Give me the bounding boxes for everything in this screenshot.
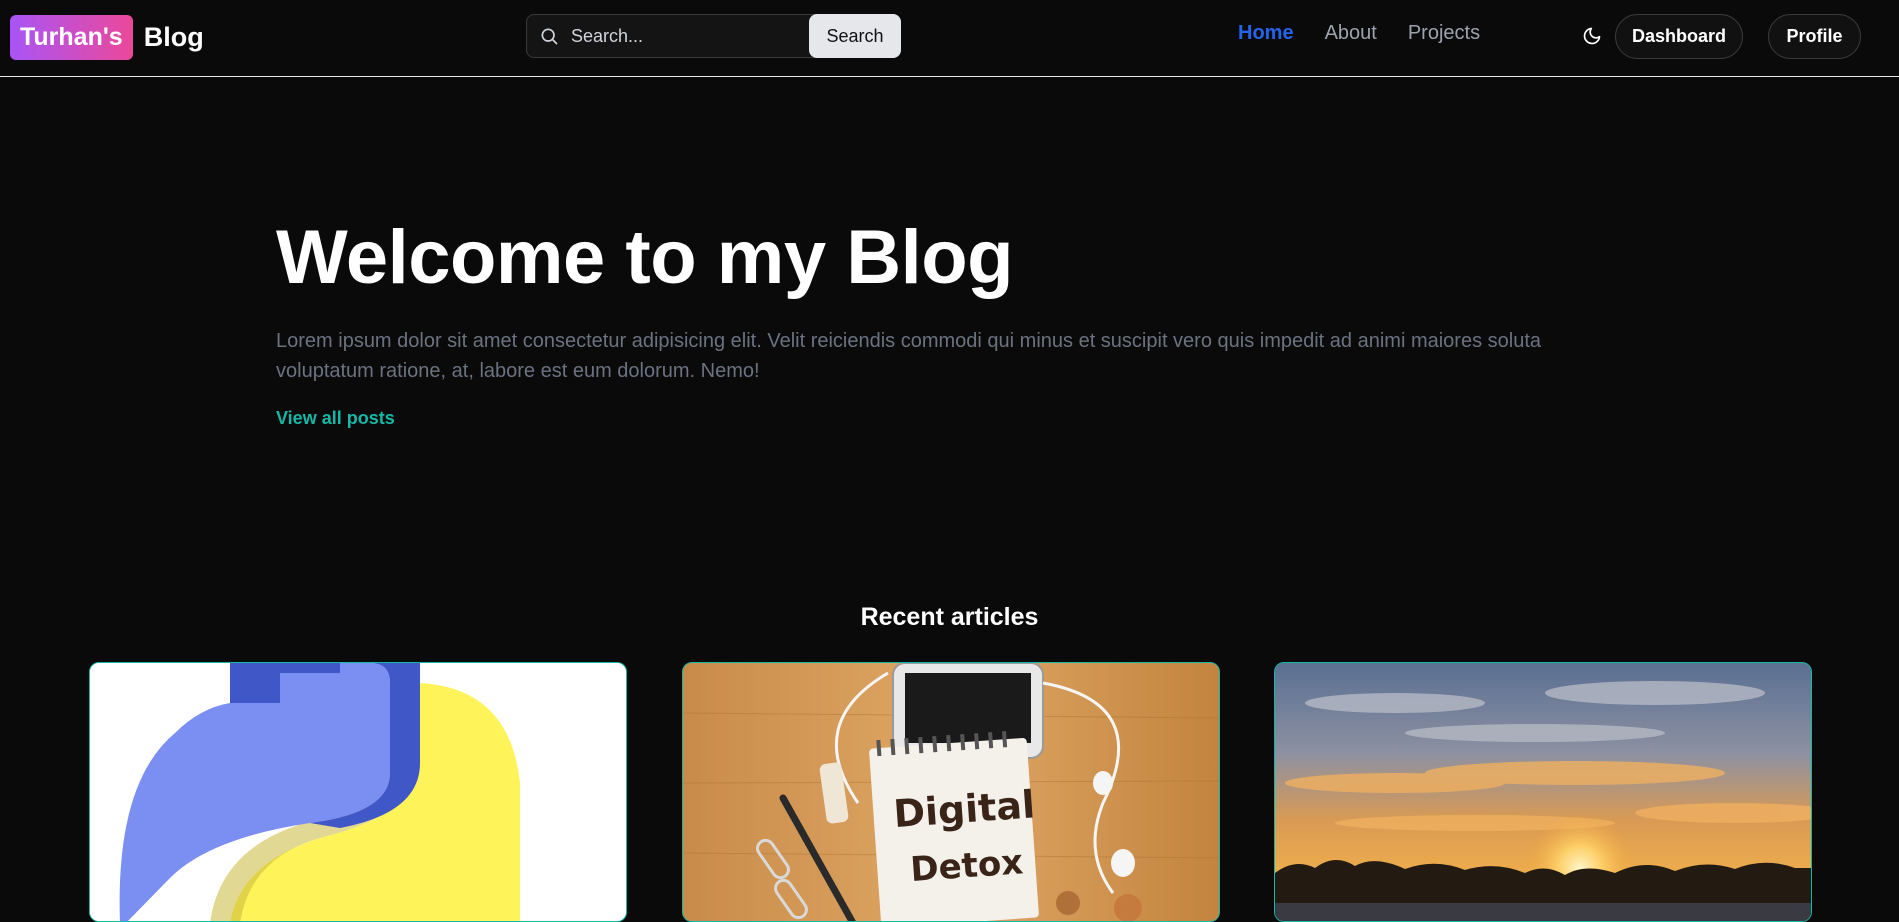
site-header: Turhan's Blog Search Home About Projects… bbox=[0, 0, 1899, 77]
article-card[interactable]: Digital Detox bbox=[682, 662, 1220, 922]
nav-item-projects[interactable]: Projects bbox=[1408, 22, 1480, 45]
notepad-text-detox: Detox bbox=[909, 842, 1024, 890]
hero-section: Welcome to my Blog Lorem ipsum dolor sit… bbox=[276, 210, 1576, 429]
moon-icon[interactable] bbox=[1580, 24, 1604, 48]
dashboard-button[interactable]: Dashboard bbox=[1615, 14, 1743, 59]
article-card[interactable] bbox=[89, 662, 627, 922]
hero-description: Lorem ipsum dolor sit amet consectetur a… bbox=[276, 330, 1541, 382]
nav-item-about[interactable]: About bbox=[1325, 22, 1377, 45]
search-icon bbox=[527, 15, 571, 57]
profile-button[interactable]: Profile bbox=[1768, 14, 1861, 59]
brand-badge: Turhan's bbox=[10, 14, 133, 60]
python-logo-image bbox=[90, 663, 626, 921]
sunset-landscape-image bbox=[1275, 663, 1811, 921]
brand-name: Blog bbox=[143, 21, 204, 52]
search-button[interactable]: Search bbox=[809, 14, 901, 58]
search-form: Search bbox=[526, 14, 901, 58]
main-nav: Home About Projects bbox=[1238, 22, 1480, 45]
brand-logo-link[interactable]: Turhan's Blog bbox=[10, 14, 204, 60]
page-title: Welcome to my Blog bbox=[276, 215, 1014, 300]
digital-detox-notepad-image: Digital Detox bbox=[683, 663, 1219, 921]
recent-articles-heading: Recent articles bbox=[860, 603, 1039, 631]
nav-item-home[interactable]: Home bbox=[1238, 22, 1294, 45]
view-all-posts-link[interactable]: View all posts bbox=[276, 408, 395, 429]
article-card[interactable] bbox=[1274, 662, 1812, 922]
